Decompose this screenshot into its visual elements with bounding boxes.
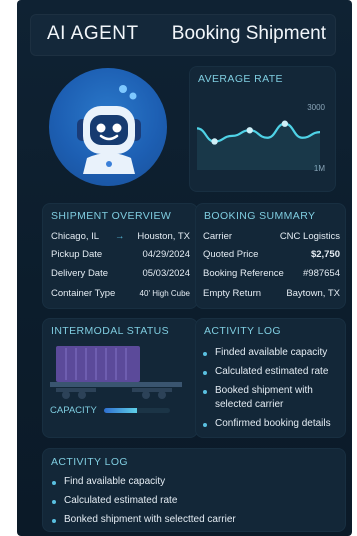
bullet-icon <box>52 519 56 523</box>
bullet-icon <box>203 352 207 356</box>
quoted-price-value: $2,750 <box>310 249 340 260</box>
app-title: AI AGENT <box>47 23 139 44</box>
pickup-date-value: 04/29/2024 <box>142 249 190 260</box>
activity-log-card: ACTIVITY LOG Finded available capacity C… <box>195 318 346 438</box>
delivery-date-label: Delivery Date <box>51 268 109 279</box>
rate-point <box>246 127 253 134</box>
booking-summary-title: BOOKING SUMMARY <box>204 210 316 222</box>
shipment-overview-title: SHIPMENT OVERVIEW <box>51 210 172 222</box>
activity-log-text: Calculated estimated rate <box>64 495 178 506</box>
capacity-label: CAPACITY <box>50 405 97 416</box>
booking-reference-label: Booking Reference <box>203 268 284 279</box>
average-rate-card: AVERAGE RATE 3000 1M <box>189 66 336 192</box>
capacity-bar-fill <box>104 408 137 413</box>
bullet-icon <box>203 423 207 427</box>
empty-return-value: Baytown, TX <box>286 288 340 299</box>
shipment-overview-card: SHIPMENT OVERVIEW Chicago, IL → Houston,… <box>42 203 198 309</box>
carrier-value: CNC Logistics <box>279 231 340 242</box>
rate-area <box>197 123 320 170</box>
activity-log-text: Calculated estimated rate <box>215 366 329 377</box>
container-type-value: 40' High Cube <box>139 289 190 298</box>
route-arrow-icon: → <box>115 231 125 242</box>
intermodal-status-card: INTERMODAL STATUS CAPACITY <box>42 318 198 438</box>
container-type-label: Container Type <box>51 288 116 299</box>
activity-log-text: Find available capacity <box>64 476 166 487</box>
app-frame: AI AGENT Booking Shipment AVERAGE RATE 3… <box>17 0 352 536</box>
activity-log-text: Booked shipment with <box>215 385 313 396</box>
bullet-icon <box>203 371 207 375</box>
average-rate-chart <box>196 120 321 170</box>
page-title: Booking Shipment <box>171 23 326 44</box>
destination-city: Houston, TX <box>137 231 190 242</box>
activity-log-text: selected carrier <box>215 399 284 410</box>
rate-point <box>281 120 289 127</box>
booking-summary-card: BOOKING SUMMARY Carrier CNC Logistics Qu… <box>195 203 346 309</box>
activity-log-text: Bonked shipment with selectted carrier <box>64 514 236 525</box>
carrier-label: Carrier <box>203 231 233 242</box>
rate-point <box>211 138 218 145</box>
activity-log-bottom-title: ACTIVITY LOG <box>51 456 128 468</box>
activity-log-title: ACTIVITY LOG <box>204 325 281 337</box>
empty-return-label: Empty Return <box>203 288 262 299</box>
activity-log-text: Confirmed booking details <box>215 418 331 429</box>
quoted-price-label: Quoted Price <box>203 249 259 260</box>
robot-icon <box>77 85 141 174</box>
activity-log-bottom-card: ACTIVITY LOG Find available capacity Cal… <box>42 448 346 532</box>
intermodal-status-title: INTERMODAL STATUS <box>51 325 170 337</box>
activity-log-text: Finded available capacity <box>215 347 328 358</box>
origin-city: Chicago, IL <box>51 231 100 242</box>
delivery-date-value: 05/03/2024 <box>142 268 190 279</box>
header: AI AGENT Booking Shipment <box>30 14 336 56</box>
bullet-icon <box>203 390 207 394</box>
pickup-date-label: Pickup Date <box>51 249 103 260</box>
capacity-bar <box>104 408 170 413</box>
bullet-icon <box>52 500 56 504</box>
bullet-icon <box>52 481 56 485</box>
agent-avatar <box>49 68 167 186</box>
booking-reference-value: #987654 <box>303 268 340 279</box>
